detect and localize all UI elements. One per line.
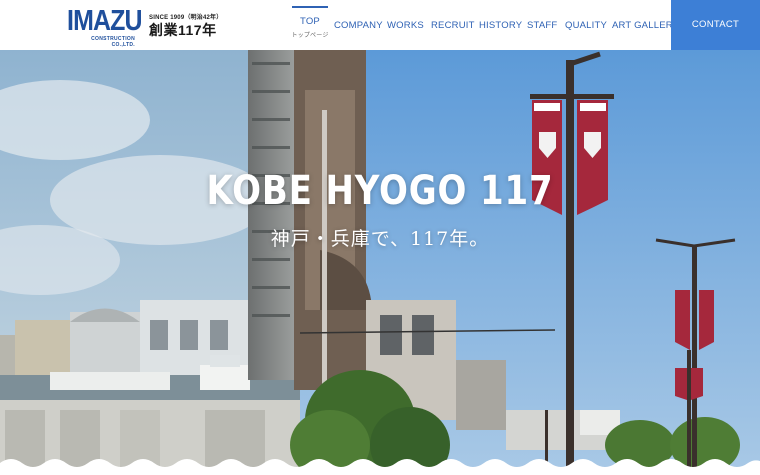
- hero-background-photo: [0, 50, 760, 475]
- logo-founded-years: 創業117年: [149, 22, 217, 38]
- nav-item-label: WORKS: [387, 20, 424, 31]
- hero-section: KOBE HYOGO 117 神戸・兵庫で、117年。: [0, 50, 760, 475]
- imazu-logo-mark: IMAZU CONSTRUCTION CO.,LTD.: [67, 5, 143, 49]
- hero-title: KOBE HYOGO 117: [206, 168, 554, 214]
- nav-item-label: ART GALLERY: [612, 20, 680, 31]
- nav-item-sublabel: トップページ: [291, 33, 329, 39]
- contact-button[interactable]: CONTACT: [671, 0, 760, 50]
- site-header: IMAZU CONSTRUCTION CO.,LTD. SINCE 1909（明…: [0, 0, 760, 50]
- nav-item-label: RECRUIT: [431, 20, 475, 31]
- nav-item-top[interactable]: TOP トップページ: [291, 0, 329, 50]
- nav-item-label: TOP: [300, 16, 320, 27]
- nav-item-label: COMPANY: [334, 20, 383, 31]
- logo-company-name: CONSTRUCTION CO.,LTD.: [91, 36, 135, 48]
- active-indicator: [292, 6, 328, 8]
- nav-item-label: STAFF: [527, 20, 558, 31]
- logo-brand: IMAZU: [67, 5, 143, 37]
- nav-item-label: HISTORY: [479, 20, 523, 31]
- nav-item-label: QUALITY: [565, 20, 608, 31]
- hero-subtitle: 神戸・兵庫で、117年。: [270, 228, 490, 250]
- company-logo[interactable]: IMAZU CONSTRUCTION CO.,LTD. SINCE 1909（明…: [67, 5, 222, 49]
